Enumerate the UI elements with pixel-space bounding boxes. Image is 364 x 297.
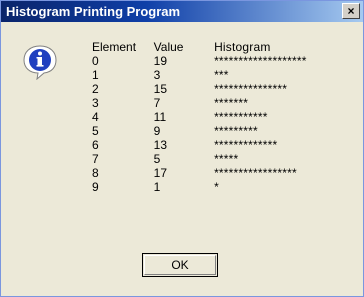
histogram-bar: *********** xyxy=(214,110,268,124)
table-row: 7 5 ***** xyxy=(92,152,363,166)
histogram-bar: ***** xyxy=(214,152,239,166)
value-cell: 9 xyxy=(153,124,161,138)
value-cell: 11 xyxy=(153,110,167,124)
header-histogram: Histogram xyxy=(214,40,271,54)
table-row: 9 1 * xyxy=(92,180,363,194)
histogram-bar: ******* xyxy=(214,96,249,110)
value-cell: 5 xyxy=(153,152,161,166)
histogram-bar: * xyxy=(214,180,219,194)
value-cell: 7 xyxy=(153,96,161,110)
value-cell: 19 xyxy=(153,54,168,68)
element-cell: 9 xyxy=(92,180,99,194)
histogram-bar: ***************** xyxy=(214,166,297,180)
value-cell: 15 xyxy=(153,82,168,96)
histogram-table: Element Value Histogram 0 19 ***********… xyxy=(92,40,363,194)
value-cell: 3 xyxy=(153,68,161,82)
histogram-bar: ************* xyxy=(214,138,278,152)
element-cell: 0 xyxy=(92,54,99,68)
value-cell: 13 xyxy=(153,138,168,152)
element-cell: 1 xyxy=(92,68,99,82)
close-button[interactable]: × xyxy=(342,3,360,19)
histogram-bar: ******************* xyxy=(214,54,307,68)
value-cell: 1 xyxy=(153,180,161,194)
message-dialog: Histogram Printing Program × Element Val… xyxy=(0,0,364,297)
table-row: 6 13 ************* xyxy=(92,138,363,152)
title-bar[interactable]: Histogram Printing Program × xyxy=(1,1,363,22)
element-cell: 6 xyxy=(92,138,99,152)
ok-button[interactable]: OK xyxy=(142,253,218,277)
element-cell: 4 xyxy=(92,110,99,124)
window-title: Histogram Printing Program xyxy=(6,4,181,19)
table-row: 3 7 ******* xyxy=(92,96,363,110)
element-cell: 8 xyxy=(92,166,99,180)
table-row: 0 19 ******************* xyxy=(92,54,363,68)
header-value: Value xyxy=(153,40,184,54)
table-row: 5 9 ********* xyxy=(92,124,363,138)
close-icon: × xyxy=(347,4,355,18)
table-header-row: Element Value Histogram xyxy=(92,40,363,54)
element-cell: 3 xyxy=(92,96,99,110)
value-cell: 17 xyxy=(153,166,168,180)
histogram-output: Element Value Histogram 0 19 ***********… xyxy=(92,40,363,194)
table-row: 1 3 *** xyxy=(92,68,363,82)
element-cell: 7 xyxy=(92,152,99,166)
header-element: Element xyxy=(92,40,137,54)
element-cell: 5 xyxy=(92,124,99,138)
histogram-bar: *************** xyxy=(214,82,288,96)
table-row: 4 11 *********** xyxy=(92,110,363,124)
histogram-bar: ********* xyxy=(214,124,258,138)
info-icon xyxy=(23,45,57,80)
ok-button-label: OK xyxy=(171,258,189,272)
element-cell: 2 xyxy=(92,82,99,96)
table-row: 8 17 ***************** xyxy=(92,166,363,180)
table-row: 2 15 *************** xyxy=(92,82,363,96)
histogram-bar: *** xyxy=(214,68,229,82)
